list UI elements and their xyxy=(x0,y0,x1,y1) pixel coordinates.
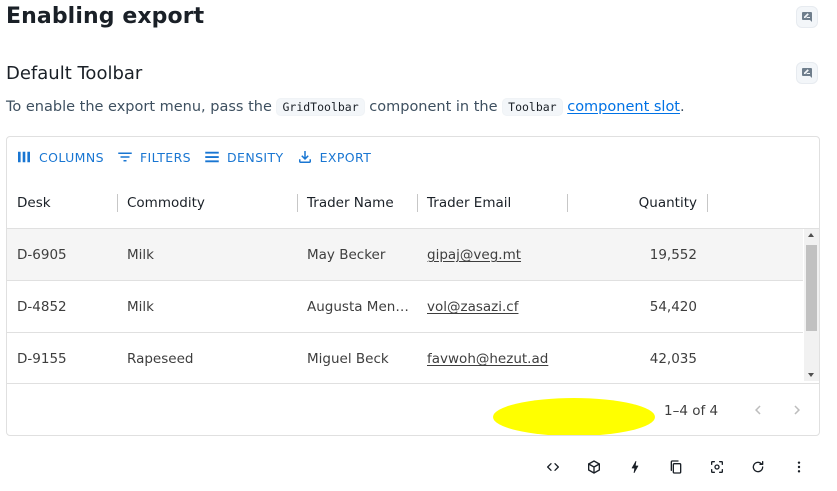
cell-commodity: Rapeseed xyxy=(127,351,194,367)
table-row[interactable]: D-4852 Milk Augusta Men… vol@zasazi.cf 5… xyxy=(7,281,803,333)
density-button[interactable]: DENSITY xyxy=(203,143,284,171)
show-source-button[interactable] xyxy=(542,456,564,478)
export-button[interactable]: EXPORT xyxy=(296,143,372,171)
grid-footer: 1–4 of 4 xyxy=(7,383,819,435)
cube-icon xyxy=(588,460,600,474)
cell-commodity: Milk xyxy=(127,247,154,263)
cell-trader-name: Miguel Beck xyxy=(307,351,389,367)
code-icon xyxy=(547,463,559,471)
column-header-commodity[interactable]: Commodity xyxy=(127,177,297,229)
cell-quantity: 19,552 xyxy=(649,247,697,263)
filters-label: FILTERS xyxy=(139,149,192,165)
pagination-range: 1–4 of 4 xyxy=(664,402,719,419)
grid-toolbar: COLUMNS FILTERS DENSITY EXPORT xyxy=(7,137,819,177)
chevron-left-icon xyxy=(755,405,761,415)
feedback-button[interactable] xyxy=(796,6,818,28)
column-header-quantity[interactable]: Quantity xyxy=(577,177,697,229)
view-column-icon xyxy=(18,151,30,163)
copy-source-button[interactable] xyxy=(665,456,687,478)
desc-text: To enable the export menu, pass the xyxy=(6,99,277,115)
scroll-up-icon[interactable] xyxy=(808,233,814,237)
previous-page-button[interactable] xyxy=(744,396,772,424)
vertical-scrollbar[interactable] xyxy=(804,229,819,381)
cell-trader-name: Augusta Men… xyxy=(307,299,409,315)
code-toolbar: Toolbar xyxy=(502,98,563,116)
column-header-desk[interactable]: Desk xyxy=(17,177,117,229)
filter-list-icon xyxy=(118,152,132,162)
component-slot-link[interactable]: component slot xyxy=(567,99,680,115)
scroll-down-icon[interactable] xyxy=(808,373,814,377)
focus-icon xyxy=(711,461,723,473)
cell-trader-name: May Becker xyxy=(307,247,386,263)
columns-button[interactable]: COLUMNS xyxy=(15,143,104,171)
column-separator[interactable] xyxy=(117,194,118,212)
codesandbox-button[interactable] xyxy=(583,456,605,478)
bolt-icon xyxy=(631,461,639,473)
density-icon xyxy=(205,151,219,163)
next-page-button[interactable] xyxy=(783,396,811,424)
grid-rows: D-6905 Milk May Becker gipaj@veg.mt 19,5… xyxy=(7,229,819,383)
column-separator[interactable] xyxy=(417,194,418,212)
desc-text: . xyxy=(680,99,685,115)
column-separator[interactable] xyxy=(707,194,708,212)
cell-desk: D-6905 xyxy=(17,247,67,263)
column-separator[interactable] xyxy=(567,194,568,212)
section-feedback-button[interactable] xyxy=(796,62,818,84)
cell-trader-email[interactable]: gipaj@veg.mt xyxy=(427,229,567,281)
cell-quantity: 54,420 xyxy=(649,299,697,315)
highlight-mark xyxy=(493,398,655,435)
page-title: Enabling export xyxy=(6,4,205,29)
reset-demo-button[interactable] xyxy=(747,456,769,478)
more-vert-icon xyxy=(797,461,801,473)
reset-focus-button[interactable] xyxy=(706,456,728,478)
stackblitz-button[interactable] xyxy=(624,456,646,478)
comment-edit-icon xyxy=(802,12,812,22)
scrollbar-thumb[interactable] xyxy=(806,245,817,331)
export-label: EXPORT xyxy=(319,149,372,165)
desc-text: component in the xyxy=(364,99,503,115)
refresh-icon xyxy=(752,461,764,473)
filters-button[interactable]: FILTERS xyxy=(116,143,191,171)
file-download-icon xyxy=(298,151,311,163)
columns-label: COLUMNS xyxy=(39,149,104,165)
density-label: DENSITY xyxy=(227,149,284,165)
column-separator[interactable] xyxy=(297,194,298,212)
cell-trader-email[interactable]: vol@zasazi.cf xyxy=(427,281,567,333)
demo-actions-bar xyxy=(0,456,837,480)
section-heading: Default Toolbar xyxy=(6,63,143,84)
column-header-trader-name[interactable]: Trader Name xyxy=(307,177,417,229)
table-row[interactable]: D-6905 Milk May Becker gipaj@veg.mt 19,5… xyxy=(7,229,803,281)
data-grid: COLUMNS FILTERS DENSITY EXPORT Desk Comm… xyxy=(6,136,820,436)
cell-trader-email[interactable]: favwoh@hezut.ad xyxy=(427,333,567,383)
cell-desk: D-4852 xyxy=(17,299,67,315)
comment-edit-icon xyxy=(802,68,812,78)
code-gridtoolbar: GridToolbar xyxy=(276,98,365,116)
column-header-row: Desk Commodity Trader Name Trader Email … xyxy=(7,177,819,229)
cell-commodity: Milk xyxy=(127,299,154,315)
table-row[interactable]: D-9155 Rapeseed Miguel Beck favwoh@hezut… xyxy=(7,333,803,383)
cell-quantity: 42,035 xyxy=(649,351,697,367)
column-header-trader-email[interactable]: Trader Email xyxy=(427,177,567,229)
description: To enable the export menu, pass the Grid… xyxy=(6,98,685,116)
copy-icon xyxy=(670,460,682,474)
more-options-button[interactable] xyxy=(788,456,810,478)
chevron-right-icon xyxy=(794,405,800,415)
cell-desk: D-9155 xyxy=(17,351,67,367)
